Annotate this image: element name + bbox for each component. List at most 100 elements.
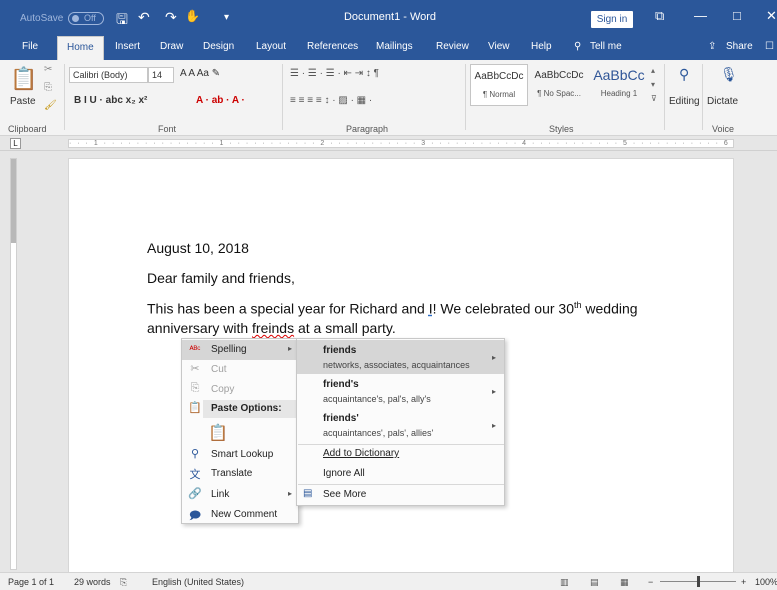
styles-scroll-up-icon[interactable]: ▴ [651, 66, 655, 75]
touch-mode-icon[interactable]: ✋ [185, 9, 200, 23]
ruler-scale[interactable]: · · · 1 · · · · · · · · · · · · · · 1 · … [68, 139, 734, 148]
style-no-spacing[interactable]: AaBbCcDc ¶ No Spac... [530, 64, 588, 106]
dictate-button[interactable]: Dictate [707, 96, 738, 107]
tab-mailings[interactable]: Mailings [376, 41, 413, 52]
autosave-toggle[interactable]: Off [68, 12, 104, 25]
style-sample: AaBbCc [593, 67, 645, 83]
menu-label: Cut [211, 364, 227, 375]
tab-review[interactable]: Review [436, 41, 469, 52]
copy-menu-item[interactable]: ⎘ Copy [182, 380, 298, 400]
tab-help[interactable]: Help [531, 41, 552, 52]
zoom-slider-thumb[interactable] [697, 576, 700, 587]
ignore-all-item[interactable]: Ignore All [323, 468, 365, 479]
translate-menu-item[interactable]: 文 Translate [182, 464, 298, 484]
spelling-menu-item[interactable]: ᴬᴮᶜ Spelling ▸ [182, 340, 298, 360]
page-count[interactable]: Page 1 of 1 [8, 577, 54, 587]
language-indicator[interactable]: English (United States) [152, 577, 244, 587]
paste-options-header: Paste Options: [203, 400, 298, 418]
styles-more-icon[interactable]: ⊽ [651, 94, 657, 103]
close-icon[interactable]: ✕ [766, 8, 777, 24]
read-mode-icon[interactable]: ▥ [560, 577, 569, 588]
tab-home[interactable]: Home [57, 36, 104, 60]
tab-layout[interactable]: Layout [256, 41, 286, 52]
new-comment-menu-item[interactable]: 🗩 New Comment [182, 505, 298, 525]
date-line[interactable]: August 10, 2018 [147, 240, 249, 256]
find-icon[interactable]: ⚲ [679, 66, 689, 83]
add-to-dictionary-item[interactable]: Add to Dictionary [323, 448, 399, 459]
zoom-in-button[interactable]: + [741, 577, 746, 587]
greeting-line[interactable]: Dear family and friends, [147, 270, 295, 286]
link-menu-item[interactable]: 🔗 Link ▸ [182, 485, 298, 505]
submenu-arrow-icon: ▸ [287, 489, 292, 498]
cut-menu-item[interactable]: ✂ Cut [182, 360, 298, 380]
spelling-submenu: friends networks, associates, acquaintan… [296, 338, 505, 506]
save-icon[interactable]: 🖫 [116, 9, 128, 33]
font-size-tools[interactable]: A A Aa ✎ [180, 68, 220, 79]
font-size-select[interactable]: 14 [148, 67, 174, 83]
body-line-2[interactable]: anniversary with freinds at a small part… [147, 320, 396, 336]
undo-icon[interactable]: ↶ [138, 9, 150, 26]
menu-divider [298, 444, 504, 445]
word-count[interactable]: 29 words [74, 577, 111, 587]
microphone-icon[interactable]: 🎙 [720, 66, 738, 83]
font-color-buttons[interactable]: A · ab · A · [196, 95, 245, 106]
paste-button[interactable]: Paste [10, 96, 36, 107]
copy-icon[interactable]: ⎘ [44, 82, 52, 93]
comments-icon[interactable]: ☐ [765, 41, 774, 52]
tab-references[interactable]: References [307, 41, 358, 52]
paragraph-row2[interactable]: ≡ ≡ ≡ ≡ ↕ · ▨ · ▦ · [290, 95, 372, 106]
tab-selector-icon[interactable]: L [10, 138, 21, 149]
vertical-ruler[interactable] [10, 158, 17, 570]
proofing-icon[interactable]: ⎘ [120, 577, 127, 588]
print-layout-icon[interactable]: ▤ [590, 577, 599, 588]
ribbon-divider [702, 64, 703, 130]
suggestion-synonyms: networks, associates, acquaintances [323, 360, 470, 370]
format-painter-icon[interactable]: 🖌 [44, 100, 57, 111]
style-normal[interactable]: AaBbCcDc ¶ Normal [470, 64, 528, 106]
link-icon: 🔗 [188, 488, 202, 500]
paragraph-row1[interactable]: ☰ · ☰ · ☰ · ⇤ ⇥ ↕ ¶ [290, 68, 379, 79]
share-icon[interactable]: ⇪ [708, 41, 716, 52]
tell-me-box[interactable]: Tell me [590, 41, 622, 52]
ribbon-display-icon[interactable]: ⧉ [655, 8, 664, 24]
keep-text-only-icon[interactable]: 📋 [208, 423, 228, 443]
customize-qat-icon[interactable]: ▾ [224, 12, 229, 23]
menu-divider [298, 484, 504, 485]
redo-icon[interactable]: ↷ [165, 9, 177, 26]
minimize-icon[interactable]: — [694, 8, 707, 23]
tab-draw[interactable]: Draw [160, 41, 183, 52]
text-run: anniversary with [147, 320, 253, 336]
smart-lookup-menu-item[interactable]: ⚲ Smart Lookup [182, 445, 298, 465]
title-bar: AutoSave Off 🖫 ↶ ↷ ✋ ▾ Document1 - Word … [0, 0, 777, 34]
autosave-label: AutoSave [20, 13, 64, 24]
paste-icon[interactable]: 📋 [10, 66, 37, 92]
cut-icon[interactable]: ✂ [44, 64, 52, 75]
tab-view[interactable]: View [488, 41, 510, 52]
suggestion-item[interactable]: friends networks, associates, acquaintan… [297, 340, 504, 374]
body-line-1[interactable]: This has been a special year for Richard… [147, 300, 638, 317]
voice-group-label: Voice [712, 124, 735, 134]
tab-insert[interactable]: Insert [115, 41, 140, 52]
zoom-out-button[interactable]: − [648, 577, 653, 587]
misspelled-word[interactable]: freinds [252, 320, 294, 336]
suggestion-item[interactable]: friend's acquaintance's, pal's, ally's ▸ [297, 374, 504, 408]
ribbon-divider [282, 64, 283, 130]
styles-scroll-down-icon[interactable]: ▾ [651, 80, 655, 89]
search-icon[interactable]: ⚲ [574, 41, 581, 52]
font-name-select[interactable]: Calibri (Body) [69, 67, 148, 83]
style-heading-1[interactable]: AaBbCc Heading 1 [590, 64, 648, 106]
tab-file[interactable]: File [22, 41, 38, 52]
maximize-icon[interactable]: □ [733, 8, 741, 23]
context-menu: ᴬᴮᶜ Spelling ▸ ✂ Cut ⎘ Copy 📋 Paste Opti… [181, 338, 299, 524]
font-format-buttons[interactable]: B I U · abc x₂ x² [74, 95, 147, 106]
zoom-level[interactable]: 100% [755, 577, 777, 587]
editing-button[interactable]: Editing [669, 96, 700, 107]
superscript: th [574, 300, 582, 310]
share-button[interactable]: Share [726, 41, 753, 52]
tab-design[interactable]: Design [203, 41, 234, 52]
see-more-item[interactable]: See More [323, 489, 366, 500]
web-layout-icon[interactable]: ▦ [620, 577, 629, 588]
sign-in-button[interactable]: Sign in [591, 11, 633, 28]
suggestion-item[interactable]: friends' acquaintances', pals', allies' … [297, 408, 504, 442]
ribbon-divider [64, 64, 65, 130]
